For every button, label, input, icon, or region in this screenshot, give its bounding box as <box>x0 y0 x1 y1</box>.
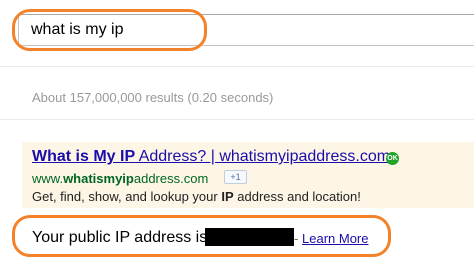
ad-desc-prefix: Get, find, show, and lookup your <box>32 189 222 204</box>
learn-more-link[interactable]: Learn More <box>302 231 368 246</box>
ip-answer-text: Your public IP address is <box>32 229 208 246</box>
header-divider <box>0 66 474 67</box>
ad-title-link[interactable]: What is My IP Address? | whatismyipaddre… <box>32 148 390 166</box>
results-stats: About 157,000,000 results (0.20 seconds) <box>32 90 274 105</box>
ad-url-prefix: www. <box>32 171 64 186</box>
ad-description: Get, find, show, and lookup your IP addr… <box>32 189 361 204</box>
ad-title-rest: Address? | whatismyipaddress.com <box>135 148 391 165</box>
ad-display-url: www.whatismyipaddress.com <box>32 171 208 186</box>
ad-url-suffix: address.com <box>133 171 209 186</box>
ad-desc-suffix: address and location! <box>233 189 361 204</box>
search-input[interactable]: what is my ip <box>18 14 474 46</box>
stats-divider <box>0 119 474 120</box>
plus-one-button[interactable]: +1 <box>224 170 247 184</box>
ok-badge-icon: OK <box>386 152 399 165</box>
ad-result: What is My IP Address? | whatismyipaddre… <box>22 142 474 208</box>
redacted-ip-block <box>205 228 294 246</box>
answer-separator: - <box>294 231 299 246</box>
ad-title-bold: What is My IP <box>32 148 136 165</box>
search-results-page: what is my ip About 157,000,000 results … <box>0 0 474 258</box>
ad-url-bold: whatismyip <box>63 171 134 186</box>
ip-answer: Your public IP address is - Learn More <box>32 228 368 247</box>
ad-desc-bold: IP <box>221 189 234 204</box>
